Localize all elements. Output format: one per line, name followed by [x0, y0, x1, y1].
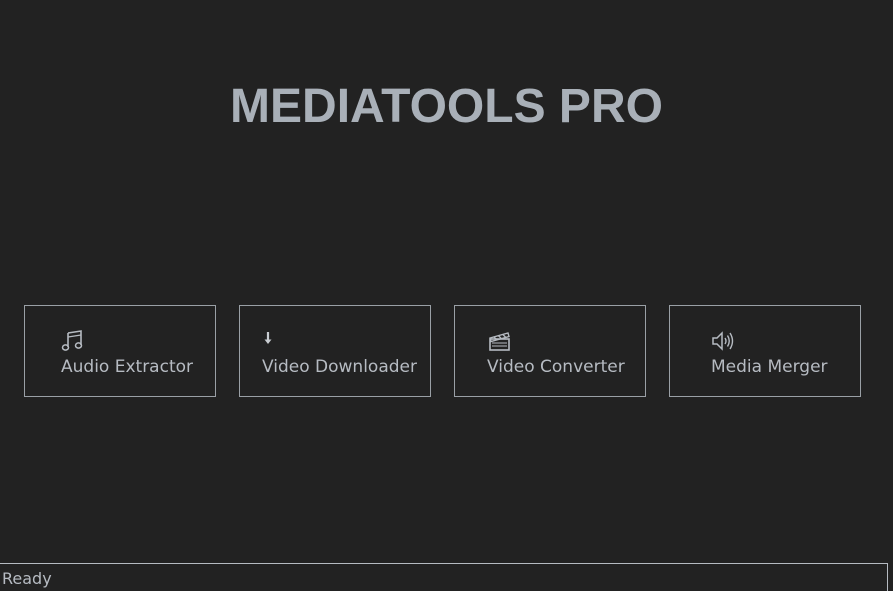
video-converter-label: Video Converter: [487, 357, 625, 377]
app-title: MEDIATOOLS PRO: [230, 80, 663, 133]
status-text: Ready: [2, 569, 52, 588]
audio-extractor-label: Audio Extractor: [61, 357, 193, 377]
video-converter-button[interactable]: Video Converter: [454, 305, 646, 397]
download-arrow-icon: [262, 330, 288, 352]
status-bar: Ready: [0, 563, 888, 591]
video-downloader-button[interactable]: Video Downloader: [239, 305, 431, 397]
media-merger-button[interactable]: Media Merger: [669, 305, 861, 397]
music-note-icon: [61, 330, 87, 352]
speaker-icon: [711, 330, 737, 352]
video-downloader-label: Video Downloader: [262, 357, 417, 377]
clapperboard-icon: [488, 330, 514, 352]
media-merger-label: Media Merger: [711, 357, 828, 377]
audio-extractor-button[interactable]: Audio Extractor: [24, 305, 216, 397]
